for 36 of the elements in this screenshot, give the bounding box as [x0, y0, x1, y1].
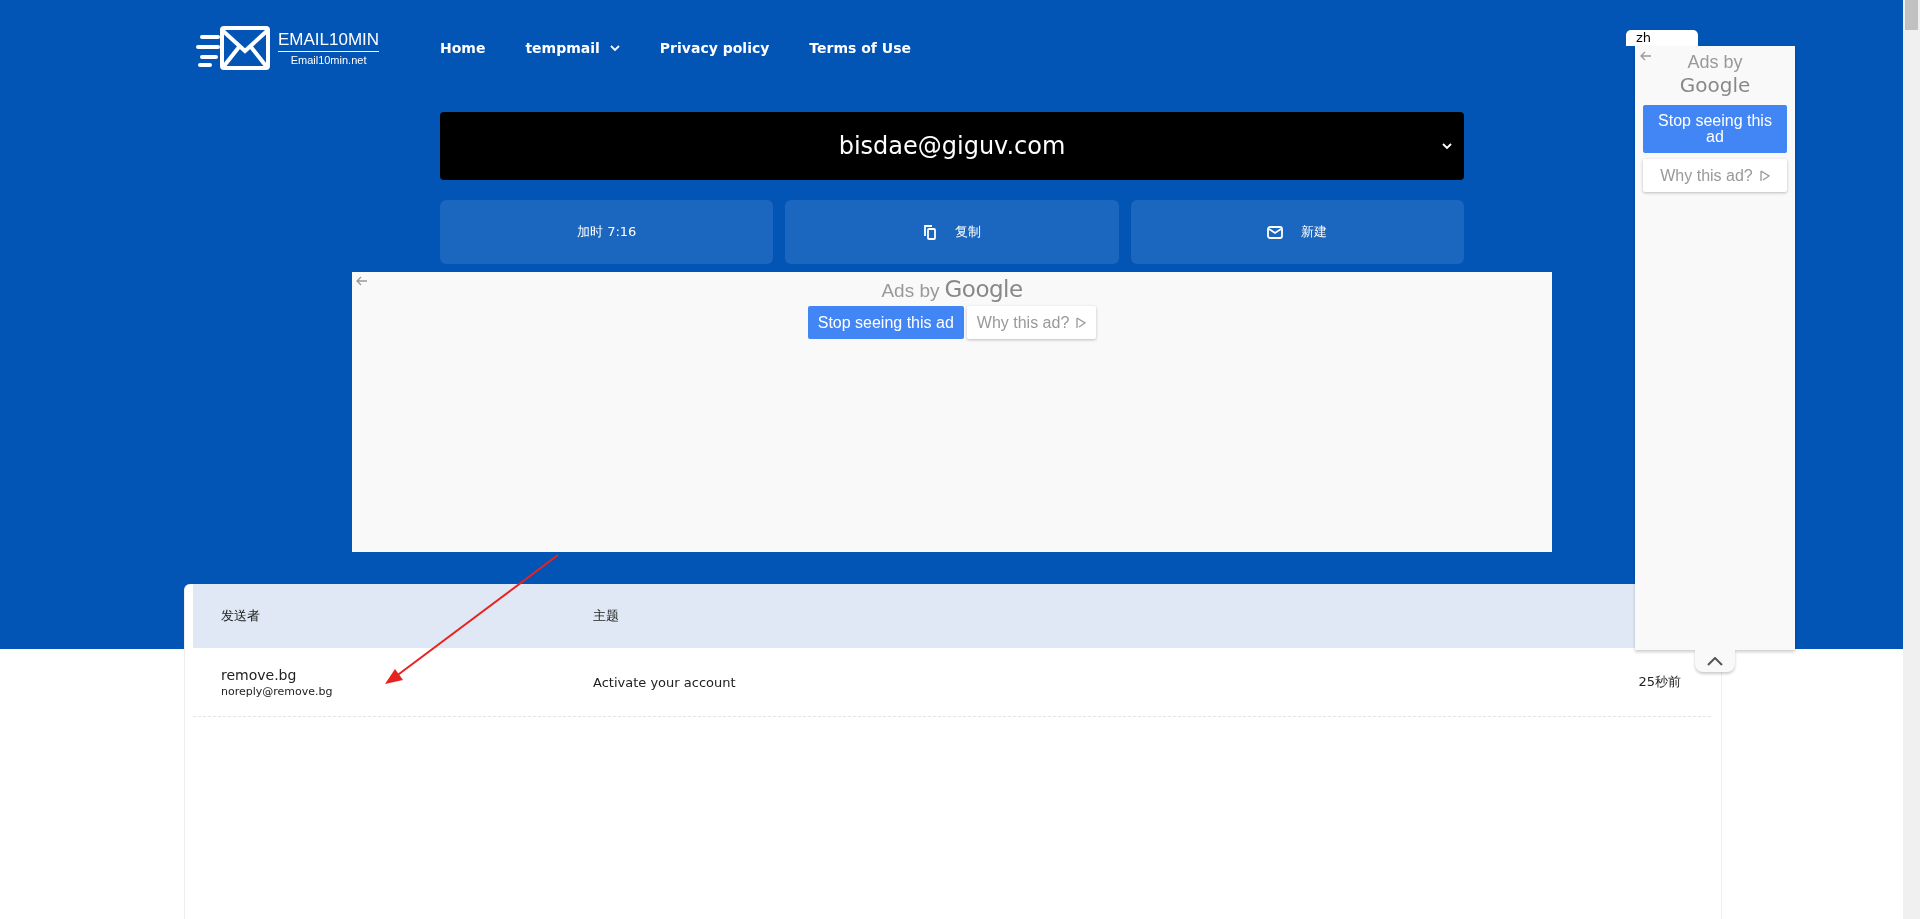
stop-seeing-ad-button[interactable]: Stop seeing this ad: [807, 306, 964, 339]
play-icon: [1075, 316, 1087, 329]
stop-seeing-ad-button[interactable]: Stop seeing this ad: [1643, 105, 1787, 153]
nav-link[interactable]: tempmail: [525, 40, 620, 56]
nav-link[interactable]: Terms of Use: [809, 40, 912, 56]
sender-email: noreply@remove.bg: [221, 684, 334, 698]
google-label: Google: [944, 276, 1023, 302]
chevron-down-icon: [1442, 143, 1452, 150]
logo-title: EMAIL10MIN: [278, 30, 380, 52]
collapse-tab[interactable]: [1695, 650, 1735, 672]
ads-by-label: Ads by: [1687, 52, 1743, 73]
action-button[interactable]: 新建: [1130, 200, 1464, 264]
back-arrow-icon[interactable]: [356, 276, 368, 286]
play-icon: [1758, 169, 1770, 182]
chevron-up-icon: [1707, 656, 1723, 666]
email-address-field[interactable]: bisdae@giguv.com: [440, 112, 1464, 180]
nav-link[interactable]: Home: [440, 40, 486, 56]
envelope-logo-icon: [196, 25, 272, 71]
back-arrow-icon[interactable]: [1640, 51, 1652, 61]
copy-icon: [923, 224, 937, 240]
chevron-down-icon: [609, 44, 620, 52]
action-button[interactable]: 加时 7:16: [440, 200, 774, 264]
action-button[interactable]: 复制: [785, 200, 1119, 264]
received-time: 25秒前: [1638, 673, 1681, 691]
email-address: bisdae@giguv.com: [838, 132, 1066, 160]
logo-subtitle: Email10min.net: [290, 54, 367, 66]
column-header: 主题: [593, 607, 620, 625]
nav-link[interactable]: Privacy policy: [659, 40, 770, 56]
scrollbar[interactable]: [1903, 0, 1920, 919]
sender-name: remove.bg: [221, 666, 298, 683]
mail-icon: [1267, 225, 1284, 239]
column-header: 发送者: [220, 607, 261, 625]
ads-by-label: Ads by: [881, 280, 940, 302]
language-button[interactable]: zh: [1626, 30, 1698, 46]
email-subject: Activate your account: [593, 674, 737, 690]
google-label: Google: [1679, 73, 1751, 97]
